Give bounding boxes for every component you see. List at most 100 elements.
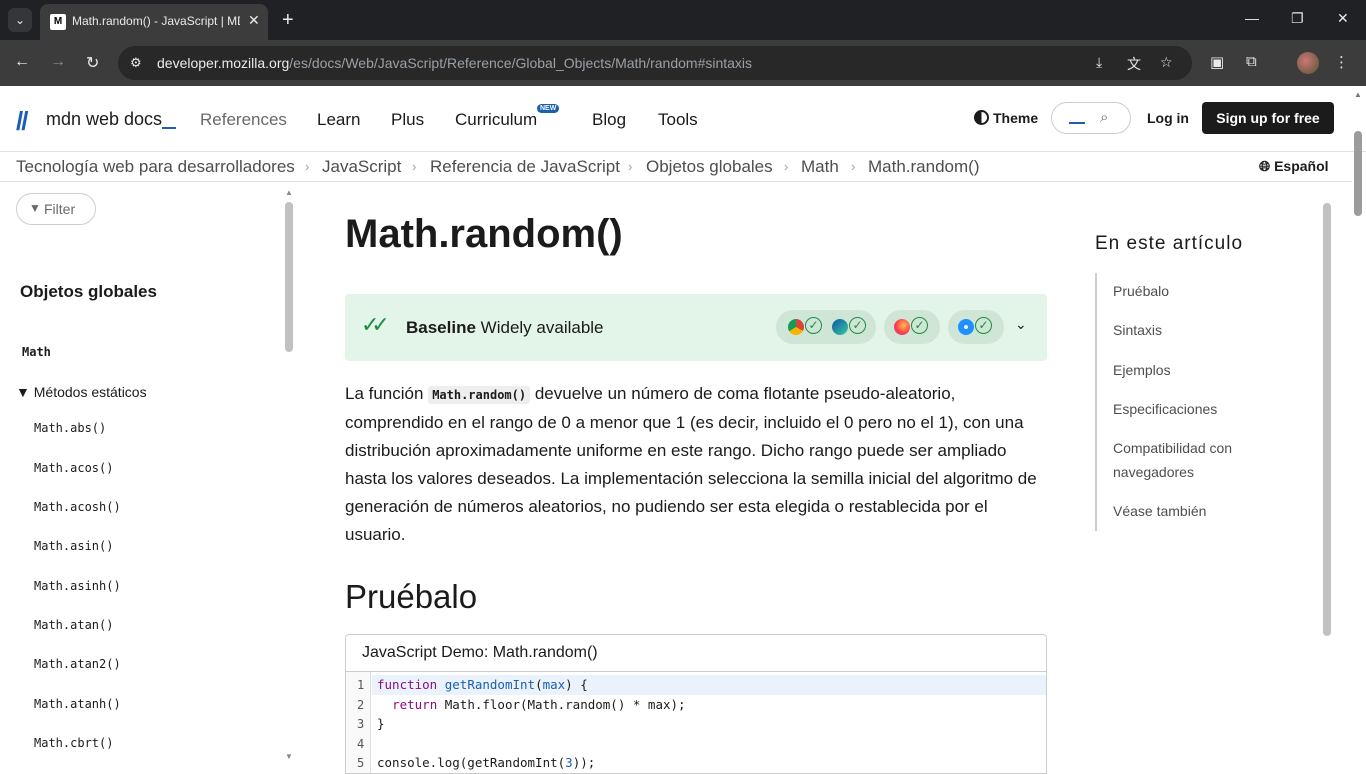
globe-icon: 🌐︎	[1259, 158, 1275, 174]
intro-text-after: devuelve un número de coma flotante pseu…	[345, 384, 1037, 544]
line-number: 3	[357, 717, 365, 731]
restore-icon[interactable]: ❐	[1291, 10, 1304, 27]
window-scroll-up-icon[interactable]: ▲	[1354, 90, 1362, 99]
breadcrumb-item[interactable]: Math	[801, 157, 839, 177]
translate-icon[interactable]: 文	[1127, 54, 1141, 74]
page-title: Math.random()	[345, 212, 623, 256]
sidebar-link[interactable]: Math.abs()	[34, 421, 106, 435]
logo-underscore	[162, 127, 176, 129]
sidebar-link[interactable]: Math.asinh()	[34, 579, 121, 593]
mdn-favicon-icon: M	[50, 14, 66, 30]
tab-title: Math.random() - JavaScript | MDN	[72, 14, 240, 28]
intro-text-before: La función	[345, 384, 429, 403]
reload-icon[interactable]: ↻	[86, 53, 99, 73]
url-host: developer.mozilla.org	[157, 55, 290, 71]
toc-item[interactable]: Véase también	[1113, 499, 1273, 523]
nav-curriculum[interactable]: Curriculum	[455, 110, 537, 130]
close-window-icon[interactable]: ✕	[1337, 10, 1349, 27]
sidebar-group-static-methods[interactable]: ▼ Métodos estáticos	[16, 384, 147, 400]
mdn-logo-icon[interactable]: //	[16, 106, 29, 137]
browser-tab[interactable]: M Math.random() - JavaScript | MDN ✕	[40, 4, 268, 40]
section-heading: Pruébalo	[345, 578, 478, 615]
theme-contrast-icon	[974, 110, 989, 125]
sidebar-scroll-up-icon[interactable]: ▲	[285, 188, 293, 197]
intro-paragraph: La función Math.random() devuelve un núm…	[345, 380, 1045, 549]
breadcrumb-item[interactable]: Tecnología web para desarrolladores	[16, 157, 295, 177]
toc-item[interactable]: Pruébalo	[1113, 279, 1273, 303]
check-icon: ✓	[911, 317, 928, 334]
toc-item[interactable]: Especificaciones	[1113, 397, 1273, 421]
sidebar-item-math[interactable]: Math	[22, 345, 51, 359]
bookmark-star-icon[interactable]: ☆	[1160, 54, 1173, 71]
nav-plus[interactable]: Plus	[391, 110, 424, 130]
toc-item[interactable]: Ejemplos	[1113, 358, 1273, 382]
omnibox[interactable]: ⚙ developer.mozilla.org/es/docs/Web/Java…	[118, 46, 1192, 80]
line-number: 2	[357, 698, 365, 712]
sidebar-filter-input[interactable]: ▼ Filter	[16, 193, 96, 225]
sidebar-link[interactable]: Math.atanh()	[34, 697, 121, 711]
sidebar-link[interactable]: Math.acos()	[34, 461, 113, 475]
install-app-icon[interactable]: ⤓	[1096, 54, 1102, 71]
browser-tab-bar: ⌄ M Math.random() - JavaScript | MDN ✕ +…	[0, 0, 1366, 40]
baseline-status: Widely available	[480, 318, 604, 337]
window-scrollbar[interactable]	[1354, 131, 1362, 216]
tab-search-button[interactable]: ⌄	[8, 8, 32, 32]
code-token: return	[392, 697, 438, 712]
breadcrumb-item-current[interactable]: Math.random()	[868, 157, 979, 177]
breadcrumb-item[interactable]: JavaScript	[322, 157, 401, 177]
mdn-header: // mdn web docs References Learn Plus Cu…	[0, 86, 1366, 152]
breadcrumb-item[interactable]: Objetos globales	[646, 157, 773, 177]
sidebar-link[interactable]: Math.atan2()	[34, 657, 121, 671]
sidebar-link[interactable]: Math.asin()	[34, 539, 113, 553]
sidebar-link[interactable]: Math.atan()	[34, 618, 113, 632]
browser-menu-icon[interactable]: ⋮	[1334, 53, 1349, 71]
chevron-down-icon[interactable]: ⌄	[1015, 316, 1027, 333]
toc-item[interactable]: Compatibilidad con navegadores	[1113, 436, 1273, 484]
chevron-right-icon: ›	[784, 159, 789, 174]
sidebar-link[interactable]: Math.acosh()	[34, 500, 121, 514]
toc-item[interactable]: Sintaxis	[1113, 318, 1273, 342]
login-link[interactable]: Log in	[1147, 110, 1189, 126]
breadcrumb-item[interactable]: Referencia de JavaScript	[430, 157, 620, 177]
nav-learn[interactable]: Learn	[317, 110, 360, 130]
code-line[interactable]: }	[377, 716, 385, 731]
tab-close-icon[interactable]: ✕	[248, 12, 260, 29]
code-token: getRandomInt	[444, 677, 536, 692]
code-token: function	[377, 677, 438, 692]
check-icon: ✓	[805, 317, 822, 334]
url-text[interactable]: developer.mozilla.org/es/docs/Web/JavaSc…	[157, 55, 752, 71]
toc-title: En este artículo	[1095, 233, 1244, 254]
code-line[interactable]: function getRandomInt(max) {	[377, 677, 588, 692]
nav-blog[interactable]: Blog	[592, 110, 626, 130]
code-line[interactable]: return Math.floor(Math.random() * max);	[377, 697, 686, 712]
extension-icon[interactable]: ▣	[1210, 53, 1224, 71]
toc-rule	[1095, 273, 1097, 531]
forward-icon[interactable]: →	[50, 53, 66, 71]
baseline-banner[interactable]: ✓✓ Baseline Widely available ✓ ✓ ✓ ✓ ⌄	[345, 294, 1047, 361]
nav-references[interactable]: References	[200, 110, 287, 130]
search-caret	[1069, 122, 1085, 124]
site-info-icon[interactable]: ⚙	[130, 55, 142, 71]
language-switcher[interactable]: 🌐︎ Español	[1259, 158, 1329, 175]
search-input[interactable]: ⌕	[1051, 102, 1131, 134]
sidebar-scroll-down-icon[interactable]: ▼	[285, 752, 293, 761]
line-number: 1	[357, 678, 365, 692]
content-scrollbar[interactable]	[1323, 203, 1331, 636]
profile-avatar[interactable]	[1297, 52, 1319, 74]
url-path: /es/docs/Web/JavaScript/Reference/Global…	[289, 55, 753, 71]
interactive-demo[interactable]: JavaScript Demo: Math.random() 1 2 3 4 5…	[345, 634, 1047, 774]
theme-button[interactable]: Theme	[974, 110, 1038, 126]
back-icon[interactable]: ←	[14, 53, 30, 71]
sidebar-link[interactable]: Math.cbrt()	[34, 736, 113, 750]
chevron-right-icon: ›	[851, 159, 856, 174]
mdn-logo-text[interactable]: mdn web docs	[46, 109, 162, 130]
edge-icon	[832, 319, 848, 335]
new-tab-button[interactable]: +	[282, 8, 294, 32]
baseline-text: Baseline Widely available	[406, 318, 604, 338]
sidebar-scrollbar[interactable]	[285, 202, 293, 352]
nav-tools[interactable]: Tools	[658, 110, 698, 130]
signup-button[interactable]: Sign up for free	[1202, 102, 1334, 134]
breadcrumb: Tecnología web para desarrolladores › Ja…	[0, 152, 1352, 182]
minimize-icon[interactable]: —	[1245, 10, 1259, 26]
extensions-puzzle-icon[interactable]: ⧉	[1246, 53, 1257, 70]
